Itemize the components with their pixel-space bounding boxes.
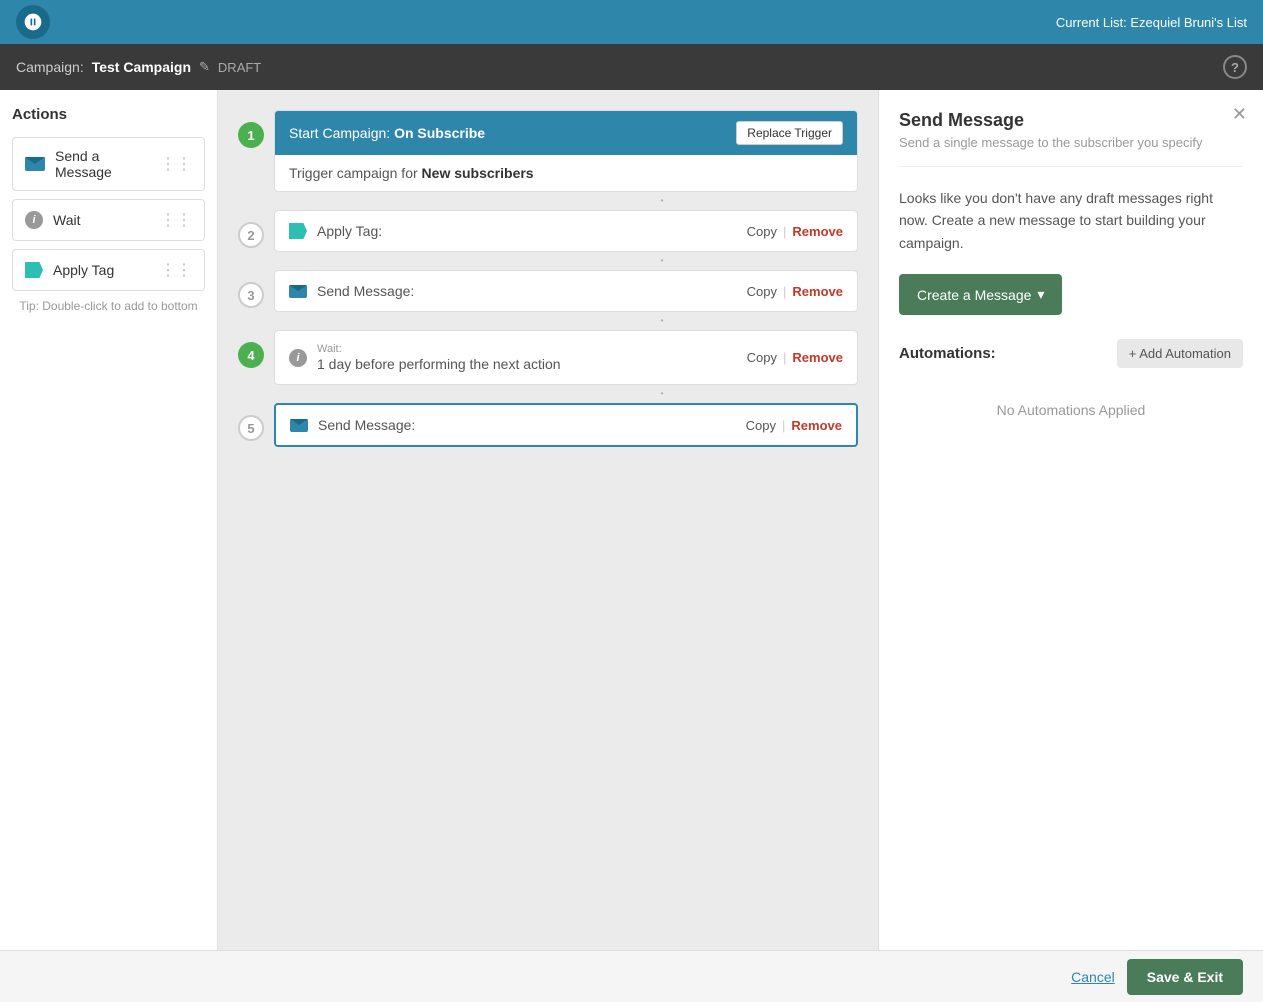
tag-icon xyxy=(289,223,307,239)
step-5-copy-button[interactable]: Copy xyxy=(746,418,776,433)
step-3-remove-button[interactable]: Remove xyxy=(792,284,843,299)
sidebar-action-label: Apply Tag xyxy=(53,262,114,278)
step-4-label: Wait: 1 day before performing the next a… xyxy=(317,343,737,372)
sidebar-action-send-message[interactable]: Send a Message ⋮⋮ xyxy=(12,137,205,191)
campaign-name: Test Campaign xyxy=(92,59,191,75)
wait-sublabel: Wait: xyxy=(317,343,737,356)
sidebar-action-apply-tag[interactable]: Apply Tag ⋮⋮ xyxy=(12,249,205,291)
step-4-copy-button[interactable]: Copy xyxy=(747,350,777,365)
no-automations-label: No Automations Applied xyxy=(899,382,1243,438)
sidebar-action-label: Send a Message xyxy=(55,148,150,180)
step-4-card[interactable]: Wait: 1 day before performing the next a… xyxy=(274,330,858,385)
step-3-copy-button[interactable]: Copy xyxy=(747,284,777,299)
automations-section: Automations: + Add Automation No Automat… xyxy=(899,339,1243,438)
draft-badge: DRAFT xyxy=(218,60,261,75)
start-campaign-value: On Subscribe xyxy=(394,125,485,141)
close-panel-button[interactable]: ✕ xyxy=(1232,104,1247,125)
wait-icon xyxy=(25,211,43,229)
tag-icon xyxy=(25,262,43,278)
step-number-4: 4 xyxy=(238,342,264,368)
envelope-icon xyxy=(290,419,308,432)
connector-4: • xyxy=(466,387,858,401)
step-2-label: Apply Tag: xyxy=(317,223,737,239)
envelope-icon xyxy=(25,157,45,171)
step-2-actions: Copy | Remove xyxy=(747,224,843,239)
main-layout: Actions Send a Message ⋮⋮ Wait ⋮⋮ Apply … xyxy=(0,90,1263,950)
trigger-value: New subscribers xyxy=(422,165,534,181)
cancel-button[interactable]: Cancel xyxy=(1071,969,1115,985)
step-5-remove-button[interactable]: Remove xyxy=(791,418,842,433)
replace-trigger-button[interactable]: Replace Trigger xyxy=(736,121,843,145)
sidebar-title: Actions xyxy=(12,106,205,123)
step-2-card[interactable]: Apply Tag: Copy | Remove xyxy=(274,210,858,252)
step-number-2: 2 xyxy=(238,222,264,248)
connector-1: • xyxy=(466,194,858,208)
save-exit-button[interactable]: Save & Exit xyxy=(1127,959,1243,995)
sidebar-action-label: Wait xyxy=(53,212,80,228)
chevron-down-icon: ▾ xyxy=(1037,286,1044,303)
campaign-bar: Campaign: Test Campaign ✎ DRAFT ? xyxy=(0,44,1263,90)
step-5-card[interactable]: Send Message: Copy | Remove xyxy=(274,403,858,447)
step-1-container: 1 Start Campaign: On Subscribe Replace T… xyxy=(238,110,858,192)
start-campaign-label: Start Campaign: On Subscribe xyxy=(289,125,485,141)
step-number-3: 3 xyxy=(238,282,264,308)
campaign-bar-left: Campaign: Test Campaign ✎ DRAFT xyxy=(16,59,261,75)
create-message-button[interactable]: Create a Message ▾ xyxy=(899,274,1062,315)
drag-handle-icon: ⋮⋮ xyxy=(160,260,192,280)
wait-icon xyxy=(289,349,307,367)
step-2-container: 2 Apply Tag: Copy | Remove xyxy=(238,210,858,252)
step-3-container: 3 Send Message: Copy | Remove xyxy=(238,270,858,312)
app-logo[interactable] xyxy=(16,5,50,39)
current-list-label: Current List: Ezequiel Bruni's List xyxy=(1056,15,1247,30)
step-number-1: 1 xyxy=(238,122,264,148)
drag-handle-icon: ⋮⋮ xyxy=(160,210,192,230)
right-panel: ✕ Send Message Send a single message to … xyxy=(878,90,1263,950)
edit-campaign-icon[interactable]: ✎ xyxy=(199,59,210,75)
right-panel-title: Send Message xyxy=(899,110,1243,131)
step-4-actions: Copy | Remove xyxy=(747,350,843,365)
help-button[interactable]: ? xyxy=(1223,55,1247,79)
step-4-remove-button[interactable]: Remove xyxy=(792,350,843,365)
step-4-container: 4 Wait: 1 day before performing the next… xyxy=(238,330,858,385)
step-5-label: Send Message: xyxy=(318,417,736,433)
start-campaign-header: Start Campaign: On Subscribe Replace Tri… xyxy=(275,111,857,155)
add-automation-button[interactable]: + Add Automation xyxy=(1117,339,1243,368)
create-message-label: Create a Message xyxy=(917,287,1031,303)
step-1-card[interactable]: Start Campaign: On Subscribe Replace Tri… xyxy=(274,110,858,192)
canvas: 1 Start Campaign: On Subscribe Replace T… xyxy=(218,90,878,950)
right-panel-empty-message: Looks like you don't have any draft mess… xyxy=(899,187,1243,254)
step-3-card[interactable]: Send Message: Copy | Remove xyxy=(274,270,858,312)
automations-label: Automations: xyxy=(899,345,996,362)
wait-main-label: 1 day before performing the next action xyxy=(317,356,561,372)
sidebar: Actions Send a Message ⋮⋮ Wait ⋮⋮ Apply … xyxy=(0,90,218,950)
start-campaign-body: Trigger campaign for New subscribers xyxy=(275,155,857,191)
connector-3: • xyxy=(466,314,858,328)
top-nav: Current List: Ezequiel Bruni's List xyxy=(0,0,1263,44)
campaign-label-prefix: Campaign: xyxy=(16,59,84,75)
envelope-icon xyxy=(289,285,307,298)
step-2-copy-button[interactable]: Copy xyxy=(747,224,777,239)
step-number-5: 5 xyxy=(238,415,264,441)
step-5-actions: Copy | Remove xyxy=(746,418,842,433)
connector-2: • xyxy=(466,254,858,268)
automations-header: Automations: + Add Automation xyxy=(899,339,1243,368)
step-5-container: 5 Send Message: Copy | Remove xyxy=(238,403,858,447)
sidebar-action-wait[interactable]: Wait ⋮⋮ xyxy=(12,199,205,241)
step-3-label: Send Message: xyxy=(317,283,737,299)
right-panel-subtitle: Send a single message to the subscriber … xyxy=(899,135,1243,167)
bottom-bar: Cancel Save & Exit xyxy=(0,950,1263,1002)
sidebar-tip: Tip: Double-click to add to bottom xyxy=(12,299,205,313)
drag-handle-icon: ⋮⋮ xyxy=(160,154,192,174)
step-3-actions: Copy | Remove xyxy=(747,284,843,299)
step-2-remove-button[interactable]: Remove xyxy=(792,224,843,239)
